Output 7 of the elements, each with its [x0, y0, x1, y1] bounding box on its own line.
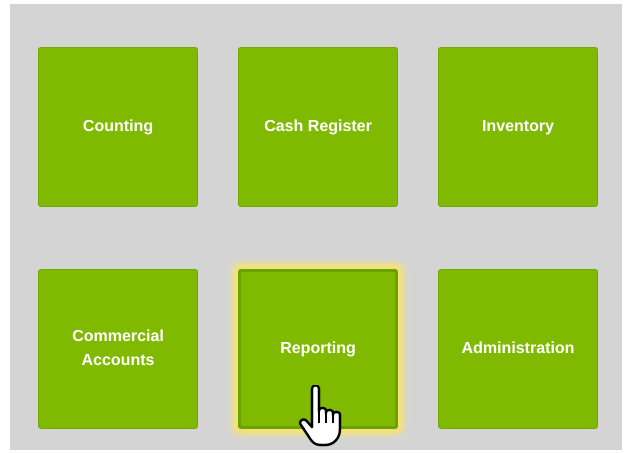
menu-tile[interactable]: Cash Register — [238, 47, 398, 207]
hand-cursor-icon — [298, 384, 344, 446]
menu-tile[interactable]: Counting — [38, 47, 198, 207]
menu-tile[interactable]: Inventory — [438, 47, 598, 207]
menu-tile[interactable]: Commercial Accounts — [38, 268, 198, 428]
menu-tile[interactable]: Reporting — [238, 268, 398, 428]
menu-tile[interactable]: Administration — [438, 268, 598, 428]
